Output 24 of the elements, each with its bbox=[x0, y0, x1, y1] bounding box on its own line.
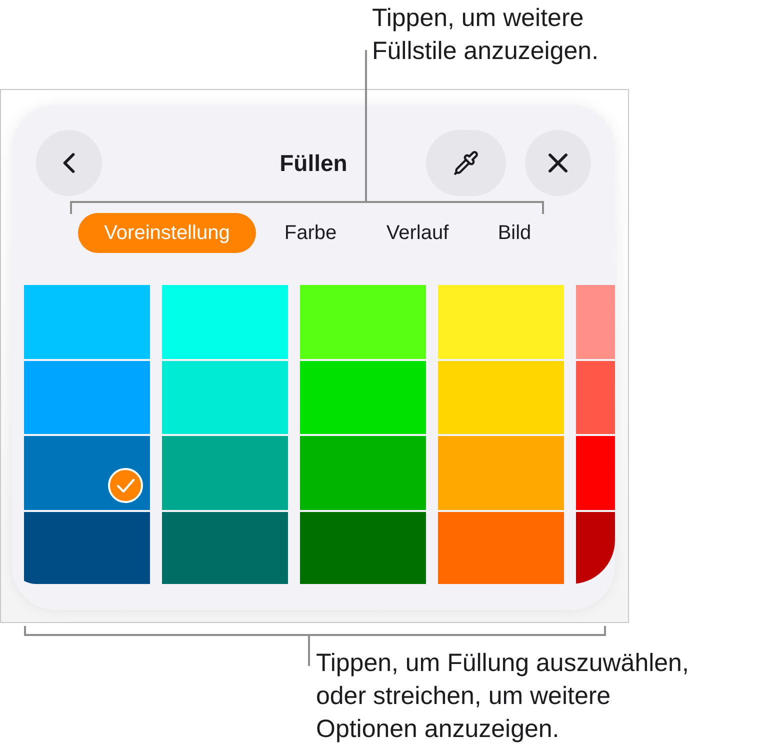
checkmark-icon bbox=[108, 468, 143, 502]
color-swatch[interactable] bbox=[300, 436, 426, 510]
color-swatch[interactable] bbox=[162, 360, 288, 434]
callout-text: Tippen, um weitere Füllstile anzuzeigen. bbox=[372, 3, 599, 67]
color-swatch[interactable] bbox=[162, 512, 288, 584]
color-swatch[interactable] bbox=[162, 436, 288, 510]
fill-style-tab[interactable]: Bild bbox=[480, 213, 549, 253]
color-swatch[interactable] bbox=[438, 512, 564, 584]
color-swatch[interactable] bbox=[300, 285, 426, 358]
panel-title: Füllen bbox=[280, 148, 348, 178]
color-swatch[interactable] bbox=[300, 360, 426, 434]
color-swatch[interactable] bbox=[438, 436, 564, 510]
color-swatch[interactable] bbox=[162, 285, 288, 358]
color-swatch[interactable] bbox=[24, 285, 150, 358]
fill-style-tab[interactable]: Farbe bbox=[266, 213, 355, 253]
color-swatch[interactable] bbox=[438, 285, 564, 358]
color-swatch[interactable] bbox=[300, 512, 426, 584]
color-swatch[interactable] bbox=[438, 360, 564, 434]
color-swatch[interactable] bbox=[24, 512, 150, 584]
fill-style-tab[interactable]: Verlauf bbox=[365, 213, 470, 253]
eyedropper-icon bbox=[453, 150, 479, 176]
callout-text: Tippen, um Füllung auszuwählen, oder streichen, um weitere Optionen anzuzeigen. bbox=[316, 648, 689, 745]
color-swatch[interactable] bbox=[24, 436, 150, 510]
color-swatch[interactable] bbox=[24, 360, 150, 434]
